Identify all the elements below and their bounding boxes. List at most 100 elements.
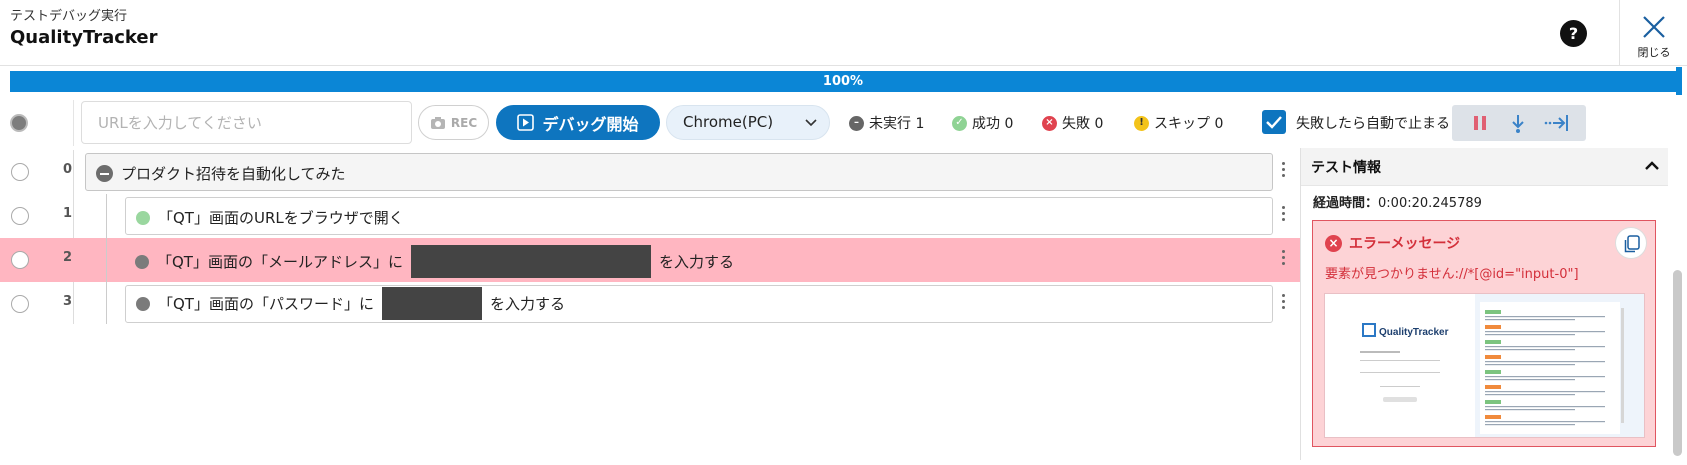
debug-controls [1452, 105, 1586, 141]
test-info-header[interactable]: テスト情報 [1301, 148, 1668, 186]
step-row-error: 2 「QT」画面の「メールアドレス」に を入力する [0, 238, 1300, 282]
step-number: 1 [62, 206, 72, 221]
error-screenshot[interactable]: QualityTracker [1324, 293, 1645, 438]
step-card[interactable]: 「QT」画面のURLをブラウザで開く [125, 197, 1273, 235]
step-number: 2 [62, 250, 72, 265]
toolbar: REC デバッグ開始 Chrome(PC) – 未実行 1 ✓ 成功 0 × 失… [0, 100, 1687, 146]
step-select-radio[interactable] [11, 207, 29, 225]
rec-label: REC [450, 115, 478, 130]
error-message-box: × エラーメッセージ 要素が見つかりません://*[@id="input-0"]… [1312, 220, 1656, 447]
pause-icon[interactable] [1473, 114, 1487, 136]
step-select-radio[interactable] [11, 295, 29, 313]
stat-success: ✓ 成功 0 [952, 113, 1013, 133]
browser-select[interactable]: Chrome(PC) [666, 105, 830, 140]
stat-skipped-label: スキップ 0 [1154, 116, 1224, 132]
check-circle-icon: ✓ [952, 115, 967, 131]
status-pending-icon [136, 296, 150, 311]
page-subtitle: テストデバッグ実行 [10, 9, 128, 24]
close-icon [1643, 16, 1665, 38]
thumbnail-tag [1485, 355, 1501, 359]
step-row: 1 「QT」画面のURLをブラウザで開く [0, 194, 1300, 238]
stop-on-fail-label: 失敗したら自動で止まる [1296, 116, 1450, 132]
stat-failed: × 失敗 0 [1042, 113, 1103, 133]
elapsed-time: 経過時間：0:00:20.245789 [1313, 192, 1482, 211]
close-button[interactable]: 閉じる [1619, 0, 1687, 66]
collapse-icon[interactable] [96, 165, 113, 182]
status-success-icon [136, 210, 150, 225]
stat-skipped: ! スキップ 0 [1134, 113, 1223, 133]
thumbnail-tag [1485, 325, 1501, 329]
more-icon[interactable] [1282, 294, 1286, 312]
thumbnail-tag [1485, 385, 1501, 389]
copy-button[interactable] [1615, 227, 1647, 259]
step-row: 3 「QT」画面の「パスワード」に を入力する [0, 282, 1300, 326]
chevron-up-icon[interactable] [1644, 160, 1660, 171]
thumbnail-text-line [1485, 361, 1605, 363]
browser-selected-value: Chrome(PC) [683, 113, 774, 131]
test-info-panel: テスト情報 経過時間：0:00:20.245789 × エラーメッセージ 要素が… [1300, 148, 1668, 460]
tree-guide-line-child [106, 194, 107, 324]
more-icon[interactable] [1282, 162, 1286, 180]
close-label: 閉じる [1637, 46, 1671, 59]
step-over-icon[interactable] [1544, 114, 1570, 136]
step-card[interactable]: 「QT」画面の「パスワード」に を入力する [125, 285, 1273, 323]
step-card[interactable]: 「QT」画面の「メールアドレス」に を入力する [125, 241, 1273, 279]
thumbnail-text-line [1485, 394, 1575, 396]
redacted-value [410, 245, 651, 278]
help-icon[interactable]: ? [1560, 20, 1587, 47]
elapsed-value: 0:00:20.245789 [1378, 196, 1482, 211]
step-number: 0 [62, 162, 72, 177]
redacted-value [381, 287, 482, 320]
step-text-suffix: を入力する [489, 295, 565, 313]
thumbnail-text-line [1485, 316, 1605, 318]
status-pending-icon [135, 254, 149, 269]
error-title: エラーメッセージ [1349, 236, 1461, 252]
thumbnail-tag [1485, 400, 1501, 404]
step-row: 0 プロダクト招待を自動化してみた [0, 150, 1300, 194]
debug-start-button[interactable]: デバッグ開始 [496, 105, 660, 140]
panel-title: テスト情報 [1311, 160, 1381, 176]
step-text-suffix: を入力する [658, 253, 734, 271]
thumbnail-tag [1485, 415, 1501, 419]
progress-text: 100% [822, 74, 864, 89]
chevron-down-icon [805, 119, 817, 127]
step-text: 「QT」画面の「パスワード」に [158, 295, 374, 313]
thumbnail-text-line [1485, 376, 1605, 378]
minus-circle-icon: – [849, 115, 864, 131]
error-message-text: 要素が見つかりません://*[@id="input-0"] [1325, 267, 1579, 282]
stat-success-label: 成功 0 [972, 116, 1014, 132]
step-into-icon[interactable] [1509, 114, 1527, 138]
more-icon[interactable] [1282, 250, 1286, 268]
stat-not-run: – 未実行 1 [849, 113, 924, 133]
step-group-card[interactable]: プロダクト招待を自動化してみた [85, 153, 1273, 191]
elapsed-label: 経過時間： [1313, 196, 1379, 211]
stop-on-fail-checkbox[interactable] [1262, 110, 1286, 134]
thumbnail-text-line [1485, 424, 1575, 426]
thumbnail-text-line [1485, 334, 1575, 336]
more-icon[interactable] [1282, 206, 1286, 224]
thumbnail-text-line [1485, 349, 1575, 351]
select-all-toggle[interactable] [10, 114, 28, 132]
step-text: 「QT」画面の「メールアドレス」に [157, 253, 403, 271]
step-select-radio[interactable] [11, 163, 29, 181]
error-circle-icon: × [1042, 115, 1057, 131]
panel-scroll-thumb[interactable] [1673, 270, 1682, 456]
step-select-radio[interactable] [11, 251, 29, 269]
header-bar: テストデバッグ実行 QualityTracker ? 閉じる [0, 0, 1687, 66]
progress-bar: 100% [10, 71, 1676, 92]
thumbnail-text-line [1485, 409, 1575, 411]
page-title: QualityTracker [10, 27, 158, 48]
thumbnail-text-line [1485, 406, 1605, 408]
rec-button[interactable]: REC [418, 105, 489, 140]
thumbnail-text-line [1485, 346, 1605, 348]
url-input[interactable] [81, 101, 412, 144]
thumbnail-text-line [1485, 331, 1605, 333]
stat-not-run-label: 未実行 1 [869, 116, 925, 132]
screenshot-thumbnail: QualityTracker [1325, 294, 1644, 437]
screenshot-logo-text: QualityTracker [1379, 327, 1449, 338]
warning-circle-icon: ! [1134, 115, 1149, 131]
error-circle-icon: × [1325, 234, 1342, 252]
thumbnail-text-line [1485, 379, 1575, 381]
thumbnail-tag [1485, 310, 1501, 314]
progress-edge [1676, 67, 1682, 95]
